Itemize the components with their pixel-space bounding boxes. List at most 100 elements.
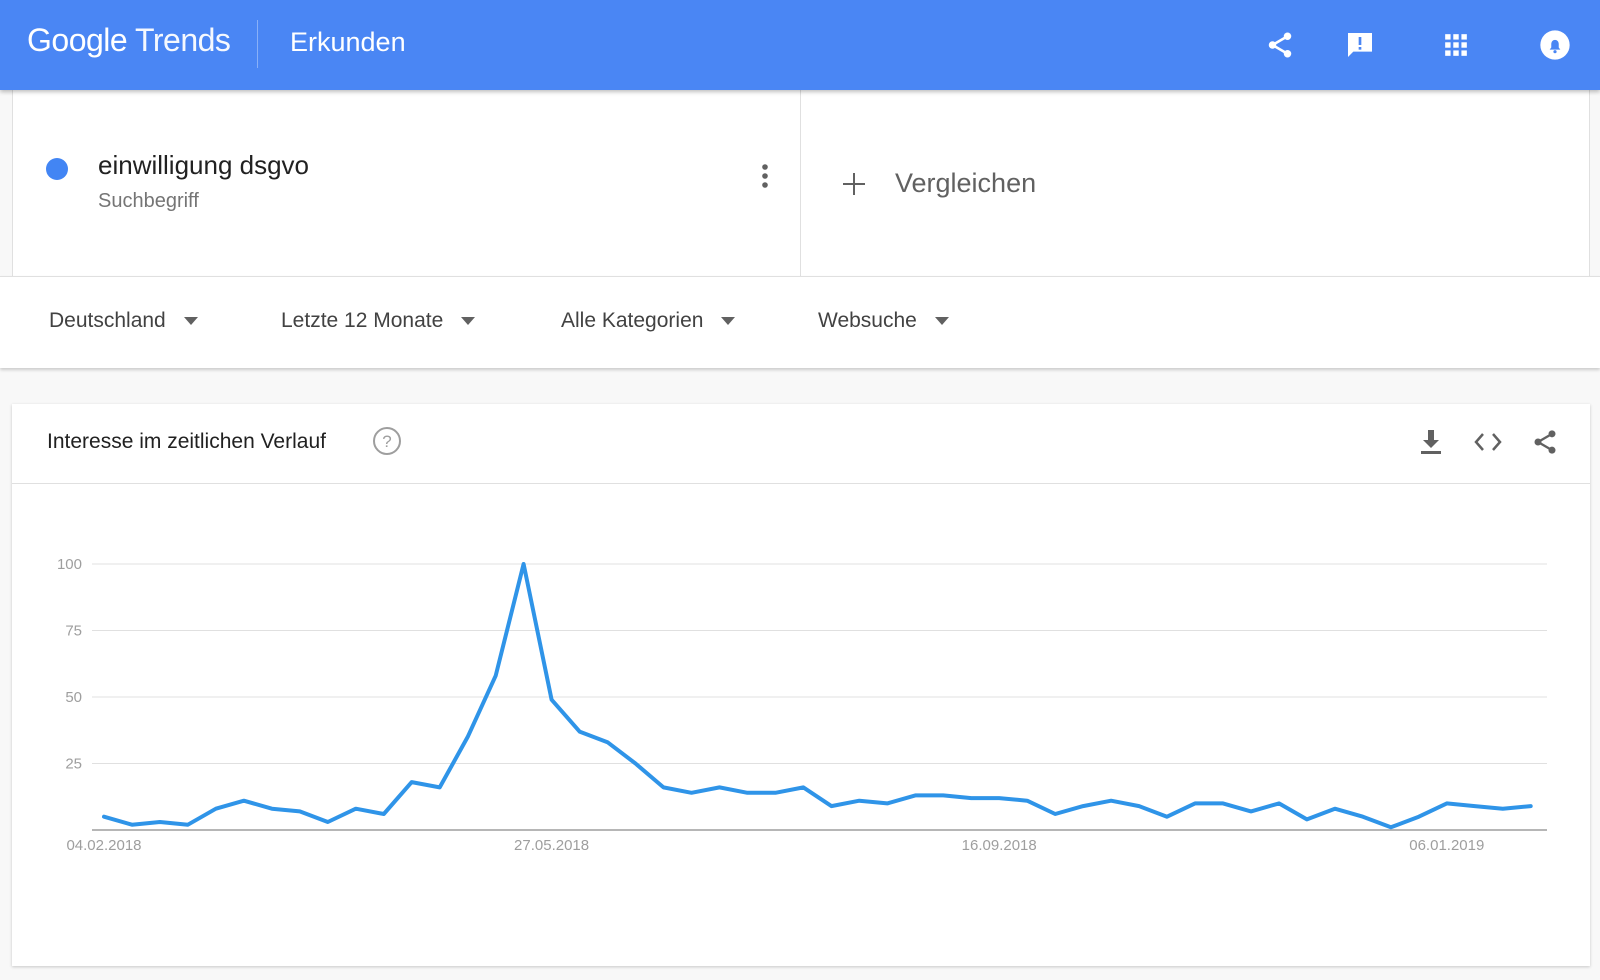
y-tick-label: 50 [65, 689, 82, 706]
data-point [940, 792, 946, 798]
data-point [772, 790, 778, 796]
data-point [157, 819, 163, 825]
page-title: Erkunden [290, 27, 406, 57]
data-point [269, 806, 275, 812]
data-point [353, 806, 359, 812]
card-title: Interesse im zeitlichen Verlauf [47, 430, 326, 453]
search-term-card[interactable]: einwilligung dsgvo Suchbegriff [13, 90, 801, 276]
x-tick-label: 04.02.2018 [66, 837, 141, 854]
notifications-icon[interactable] [1537, 27, 1573, 63]
download-icon[interactable] [1415, 426, 1447, 458]
period-dropdown[interactable]: Letzte 12 Monate [281, 309, 476, 333]
region-dropdown[interactable]: Deutschland [49, 309, 198, 333]
data-point [297, 808, 303, 814]
data-point [521, 561, 527, 567]
compare-label: Vergleichen [895, 168, 1037, 198]
data-point [1024, 798, 1030, 804]
term-type: Suchbegriff [98, 190, 199, 212]
data-point [1164, 814, 1170, 820]
data-point [185, 822, 191, 828]
feedback-icon[interactable] [1342, 27, 1378, 63]
data-point [661, 784, 667, 790]
category-label: Alle Kategorien [561, 309, 704, 332]
data-point [1360, 814, 1366, 820]
data-point [465, 734, 471, 740]
data-point [549, 697, 555, 703]
card-header: Interesse im zeitlichen Verlauf ? [12, 404, 1590, 484]
data-point [1500, 806, 1506, 812]
term-color-dot [46, 158, 68, 180]
data-point [856, 798, 862, 804]
logo-trends-text: Trends [135, 22, 231, 58]
term-name: einwilligung dsgvo [98, 150, 310, 180]
chevron-down-icon [934, 317, 949, 325]
data-point [213, 806, 219, 812]
data-point [744, 790, 750, 796]
google-trends-logo[interactable]: Google Trends [27, 22, 231, 59]
data-point [129, 822, 135, 828]
data-point [381, 811, 387, 817]
period-label: Letzte 12 Monate [281, 309, 444, 332]
y-tick-label: 100 [57, 556, 82, 573]
plus-icon [843, 172, 865, 195]
interest-line-chart[interactable]: 25 50 75 100 04.02.2018 27.05.2018 16.09.2018 0… [12, 484, 1590, 964]
share-icon[interactable] [1262, 27, 1298, 63]
filter-bar: Deutschland Letzte 12 Monate Alle Katego… [0, 276, 1600, 368]
data-point [437, 784, 443, 790]
region-label: Deutschland [49, 309, 166, 332]
search-type-label: Websuche [818, 309, 917, 332]
data-point [1388, 824, 1394, 830]
header-divider [257, 20, 258, 68]
interest-over-time-card: Interesse im zeitlichen Verlauf ? 25 50 75… [12, 404, 1590, 966]
data-point [716, 784, 722, 790]
data-point [325, 819, 331, 825]
data-point [1528, 803, 1534, 809]
data-point [1220, 800, 1226, 806]
data-point [688, 790, 694, 796]
logo-google-text: Google [27, 22, 128, 58]
data-point [101, 814, 107, 820]
data-point [1332, 806, 1338, 812]
data-point [241, 798, 247, 804]
data-point [1472, 803, 1478, 809]
top-app-bar: Google Trends Erkunden [0, 0, 1600, 90]
data-point [1136, 803, 1142, 809]
data-point [1304, 816, 1310, 822]
data-point [1416, 814, 1422, 820]
data-point [1080, 803, 1086, 809]
data-point [1444, 800, 1450, 806]
y-tick-label: 75 [65, 623, 82, 640]
search-type-dropdown[interactable]: Websuche [818, 309, 949, 333]
data-point [828, 803, 834, 809]
x-tick-label: 27.05.2018 [514, 837, 589, 854]
x-tick-label: 06.01.2019 [1409, 837, 1484, 854]
chevron-down-icon [183, 317, 198, 325]
apps-grid-icon[interactable] [1438, 27, 1474, 63]
chevron-down-icon [461, 317, 476, 325]
more-vert-icon[interactable] [753, 160, 777, 192]
category-dropdown[interactable]: Alle Kategorien [561, 309, 736, 333]
compare-button[interactable]: Vergleichen [841, 168, 1036, 199]
data-point [968, 795, 974, 801]
share-icon[interactable] [1529, 426, 1561, 458]
data-point [1276, 800, 1282, 806]
data-point [633, 761, 639, 767]
data-point [912, 792, 918, 798]
data-point [605, 739, 611, 745]
search-term-row: einwilligung dsgvo Suchbegriff Vergleich… [12, 90, 1590, 276]
y-tick-label: 25 [65, 756, 82, 773]
help-icon[interactable]: ? [372, 426, 402, 456]
x-tick-label: 16.09.2018 [962, 837, 1037, 854]
svg-text:?: ? [382, 432, 391, 451]
data-point [577, 729, 583, 735]
data-point [1248, 808, 1254, 814]
embed-code-icon[interactable] [1472, 426, 1504, 458]
data-point [996, 795, 1002, 801]
data-point [1192, 800, 1198, 806]
chevron-down-icon [721, 317, 736, 325]
data-point [1108, 798, 1114, 804]
data-point [884, 800, 890, 806]
data-point [1052, 811, 1058, 817]
data-point [493, 673, 499, 679]
series-line [102, 562, 1533, 830]
